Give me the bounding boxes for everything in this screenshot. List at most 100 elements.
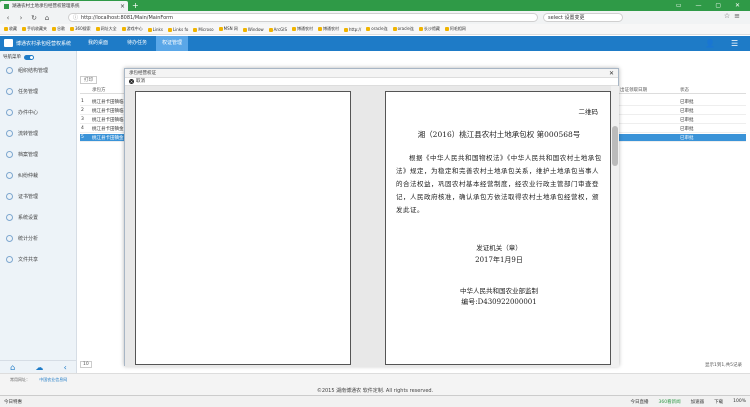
sidebar-item-label: 系统设置	[18, 215, 39, 221]
sidebar-item-label: 纠纷仲裁	[18, 173, 39, 179]
sidebar-item-archive[interactable]: 档案管理	[6, 151, 38, 158]
cloud-icon[interactable]: ☁	[35, 363, 43, 372]
nav-toggle-switch[interactable]	[24, 54, 34, 60]
bookmark-item[interactable]: 博通农村	[318, 26, 339, 32]
footer-link[interactable]: 中国农业信息网	[39, 377, 67, 382]
row-index: 1	[81, 99, 84, 104]
tab-my-desktop[interactable]: 我的桌面	[82, 36, 114, 51]
row-status: 已审批	[680, 109, 694, 114]
certificate-number: 湘（2016）桃江县农村土地承包权 第000568号	[417, 130, 581, 139]
bookmark-item[interactable]: Links	[148, 27, 163, 32]
sidebar-item-label: 档案管理	[18, 152, 39, 158]
sidebar-item-organization[interactable]: 组织结构管理	[6, 67, 48, 74]
bookmark-item[interactable]: 谷歌	[52, 26, 65, 32]
bookmark-item[interactable]: oracle连	[393, 26, 414, 32]
bookmark-item[interactable]: 长沙馆藏	[419, 26, 440, 32]
modal-scrollbar[interactable]	[611, 86, 619, 367]
bookmark-item[interactable]: ArcGIS	[269, 27, 287, 32]
bookmarks-bar: 收藏 手机收藏夹 谷歌 360搜索 网址大全 游戏中心 Links Links …	[0, 24, 750, 35]
browser-menu-icon[interactable]: ☆≡	[724, 12, 744, 20]
arbitration-icon	[6, 172, 13, 179]
status-promo[interactable]: 今日特惠	[4, 399, 22, 405]
status-download[interactable]: 下载	[714, 399, 723, 405]
row-name: 桃江县卡田镇临	[92, 109, 124, 114]
print-button[interactable]: 打印	[80, 76, 97, 84]
sidebar-item-tasks[interactable]: 任务管理	[6, 88, 38, 95]
sidebar-item-statistics[interactable]: 统计分析	[6, 235, 38, 242]
window-controls[interactable]: ▭ — ▢ ✕	[676, 0, 746, 11]
row-name: 桃江县卡田镇临	[92, 100, 124, 105]
modal-close-button[interactable]: ✕	[609, 69, 614, 78]
tab-favicon-icon	[4, 3, 9, 9]
user-icon[interactable]: 👤	[705, 39, 715, 48]
row-name: 桃江县卡田镇金	[92, 136, 124, 141]
certificate-right-page: 二维码 湘（2016）桃江县农村土地承包权 第000568号 根据《中华人民共和…	[385, 91, 611, 365]
column-header-status[interactable]: 状态	[680, 87, 689, 93]
tab-pending-tasks[interactable]: 待办任务	[121, 36, 153, 51]
issue-date: 2017年1月9日	[475, 256, 523, 264]
refresh-icon[interactable]: ↻	[30, 14, 38, 22]
collapse-icon[interactable]: ‹	[64, 363, 67, 372]
bookmark-item[interactable]: 博通农村	[292, 26, 313, 32]
sidebar-item-file-share[interactable]: 文件共享	[6, 256, 38, 263]
row-index: 5	[81, 135, 84, 140]
task-icon	[6, 88, 13, 95]
tab-certificate-management[interactable]: 权证管理	[156, 36, 189, 51]
status-news[interactable]: 360看新闻	[659, 399, 681, 405]
home-icon[interactable]: ⌂	[43, 14, 51, 22]
status-live[interactable]: 今日直播	[631, 399, 649, 405]
office-icon	[6, 109, 13, 116]
column-header-date[interactable]: 出证领取日期	[620, 87, 647, 93]
certificate-icon	[6, 193, 13, 200]
back-icon[interactable]: ‹	[4, 14, 12, 22]
bookmark-item[interactable]: 手机收藏夹	[22, 26, 47, 32]
modal-toolbar: × 取消	[125, 78, 618, 86]
sidebar: 导航菜单 组织结构管理 任务管理 办件中心 流转管理 档案管理 纠纷仲裁 证书管…	[0, 51, 77, 373]
bookmark-item[interactable]: Links fo	[168, 27, 188, 32]
menu-icon[interactable]: ☰	[731, 39, 738, 48]
sidebar-item-settings[interactable]: 系统设置	[6, 214, 38, 221]
forward-icon[interactable]: ›	[17, 14, 25, 22]
qr-code-label: 二维码	[578, 108, 599, 116]
tab-close-icon[interactable]: ×	[120, 3, 128, 10]
modal-title: 承包经营权证	[129, 71, 156, 76]
chart-icon	[6, 235, 13, 242]
browser-search-input[interactable]: select 设置变更	[543, 13, 623, 22]
status-accelerator[interactable]: 加速器	[691, 399, 705, 405]
pager-summary: 显示1到1,共5记录	[704, 363, 742, 368]
bookmark-item[interactable]: oracle连	[366, 26, 387, 32]
app-title: 博通农村承包经营权系统	[16, 41, 72, 47]
scrollbar-thumb[interactable]	[612, 126, 618, 166]
page-size-select[interactable]: 10	[80, 361, 92, 368]
bookmark-item[interactable]: 阿毛相网	[445, 26, 466, 32]
home-icon[interactable]: ⌂	[10, 363, 15, 372]
new-tab-button[interactable]: +	[132, 0, 139, 11]
browser-tab-bar: 湖通农村土地承包经营权管理系统 × + ▭ — ▢ ✕	[0, 0, 750, 11]
url-text: http://localhost:8081/Main/MainForm	[81, 14, 174, 21]
cancel-icon[interactable]: ×	[129, 79, 134, 84]
sidebar-item-office[interactable]: 办件中心	[6, 109, 38, 116]
row-index: 4	[81, 126, 84, 131]
cancel-button[interactable]: 取消	[136, 78, 145, 86]
modal-body: 二维码 湘（2016）桃江县农村土地承包权 第000568号 根据《中华人民共和…	[125, 86, 619, 367]
site-footer: 常用网址： 中国农业信息网 ©2015 湖南博通农 软件定制. All righ…	[0, 373, 750, 395]
bookmark-item[interactable]: MSN 网	[219, 26, 238, 32]
bookmark-item[interactable]: 网址大全	[96, 26, 117, 32]
url-field[interactable]: ⓘ http://localhost:8081/Main/MainForm	[68, 13, 538, 22]
sidebar-nav-toggle: 导航菜单	[3, 54, 34, 60]
sidebar-item-certificates[interactable]: 证书管理	[6, 193, 38, 200]
sidebar-item-arbitration[interactable]: 纠纷仲裁	[6, 172, 38, 179]
bookmark-item[interactable]: http://	[344, 27, 361, 32]
bookmark-item[interactable]: 360搜索	[70, 26, 91, 32]
search-text: select 设置变更	[548, 15, 585, 21]
app-logo-icon	[4, 39, 13, 47]
column-header-contractor[interactable]: 承包方	[92, 87, 106, 93]
status-zoom[interactable]: 100%	[733, 399, 746, 404]
bookmark-item[interactable]: 收藏	[4, 26, 17, 32]
browser-tab[interactable]: 湖通农村土地承包经营权管理系统 ×	[0, 1, 128, 11]
bookmark-item[interactable]: Microso	[193, 27, 213, 32]
sidebar-item-transfer[interactable]: 流转管理	[6, 130, 38, 137]
sidebar-item-label: 任务管理	[18, 89, 39, 95]
bookmark-item[interactable]: 游戏中心	[122, 26, 143, 32]
bookmark-item[interactable]: Window	[243, 27, 264, 32]
